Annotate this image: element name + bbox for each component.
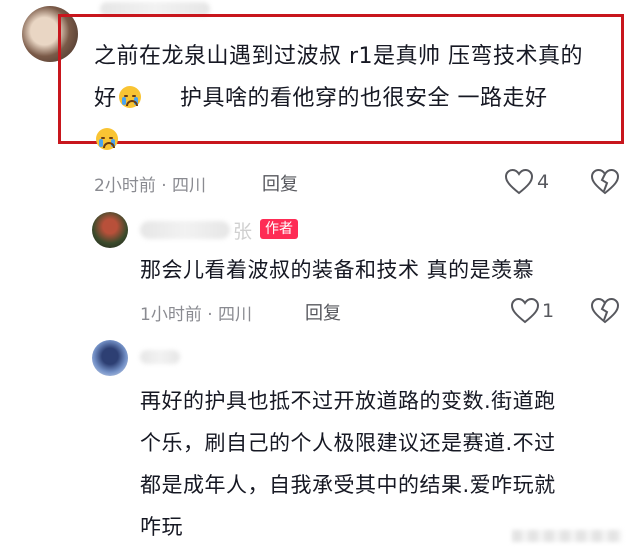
comment-meta: 2小时前 · 四川 [94,176,207,196]
broken-heart-icon[interactable] [591,298,619,324]
crying-emoji [96,128,118,150]
like-count: 4 [537,171,550,193]
avatar[interactable] [92,212,128,248]
reply-button[interactable]: 回复 [262,170,298,196]
comment-text: 之前在龙泉山遇到过波叔 r1是真帅 压弯技术真的 好 护具啥的看他穿的也很安全 … [94,36,624,162]
username-blurred[interactable] [140,221,230,239]
like-count: 1 [542,300,555,322]
comment-text-line: 之前在龙泉山遇到过波叔 r1是真帅 压弯技术真的 [94,44,584,69]
reply-text: 再好的护具也抵不过开放道路的变数.街道跑 个乐，刷自己的个人极限建议还是赛道.不… [140,389,556,539]
heart-icon[interactable] [511,298,539,324]
heart-icon[interactable] [505,169,533,195]
watermark [512,530,622,542]
reply-button[interactable]: 回复 [305,299,341,325]
reply-text: 那会儿看着波叔的装备和技术 真的是羡慕 [140,258,535,282]
comment-text-line: 好 护具啥的看他穿的也很安全 一路走好 [94,86,548,111]
author-badge: 作者 [260,219,298,239]
username-blurred[interactable] [140,350,180,364]
avatar[interactable] [92,340,128,376]
broken-heart-icon[interactable] [591,169,619,195]
crying-emoji [118,86,141,108]
comment-meta: 1小时前 · 四川 [140,305,253,325]
comment-text-line [94,120,624,162]
username-tail[interactable]: 张 [233,217,252,244]
